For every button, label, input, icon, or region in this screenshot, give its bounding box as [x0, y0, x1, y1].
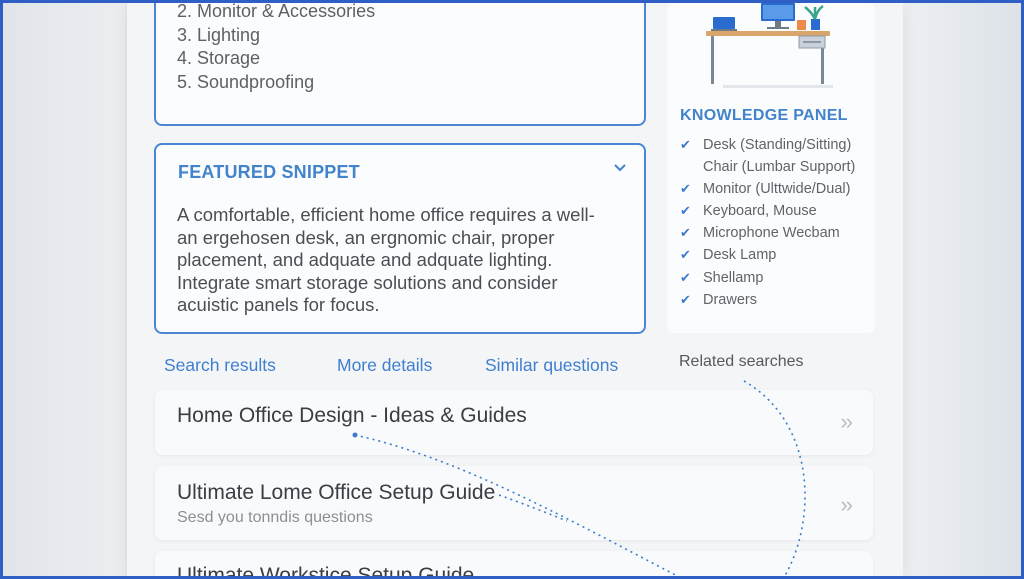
- knowledge-panel-title: KNOWLEDGE PANEL: [680, 107, 848, 124]
- result-card[interactable]: Ultimate Lome Office Setup Guide Sesd yo…: [155, 466, 873, 540]
- tab-search-results[interactable]: Search results: [164, 355, 276, 376]
- snippet-line: placement, and adquate and adquate light…: [177, 249, 553, 270]
- checklist-label: Monitor (Ulttwide/Dual): [703, 181, 851, 198]
- check-icon: ✔: [680, 291, 691, 307]
- tab-similar-questions[interactable]: Similar questions: [485, 355, 618, 376]
- result-subtitle: Sesd you tonndis questions: [177, 509, 373, 526]
- checklist-label: Keyboard, Mouse: [703, 203, 817, 220]
- check-icon: ✔: [680, 225, 691, 241]
- checklist-item: ✔ Microphone Wecbam: [680, 222, 855, 244]
- left-backdrop: [3, 3, 125, 576]
- result-card[interactable]: Ultimate Workstice Setup Guide: [155, 551, 873, 576]
- checklist-item: Chair (Lumbar Support): [680, 156, 855, 178]
- list-item: 4. Storage: [177, 48, 261, 68]
- check-icon: ✔: [680, 269, 691, 285]
- result-title[interactable]: Home Office Design - Ideas & Guides: [177, 404, 527, 428]
- checklist-label: Chair (Lumbar Support): [703, 159, 856, 176]
- check-icon: ✔: [680, 247, 691, 263]
- checklist-label: Desk Lamp: [703, 247, 777, 264]
- checklist-item: ✔ Drawers: [680, 289, 855, 311]
- checklist-label: Drawers: [703, 291, 757, 308]
- check-icon: ✔: [680, 137, 691, 152]
- snippet-title: FEATURED SNIPPET: [178, 162, 360, 182]
- window-frame: 2. Monitor & Accessories 3. Lighting 4. …: [0, 0, 1024, 579]
- result-card[interactable]: Home Office Design - Ideas & Guides ››: [155, 390, 873, 455]
- knowledge-panel: KNOWLEDGE PANEL ✔ Desk (Standing/Sitting)…: [667, 3, 875, 333]
- double-chevron-right-icon[interactable]: ››: [840, 409, 853, 435]
- checklist-label: Shellamp: [703, 269, 764, 286]
- knowledge-panel-list: ✔ Desk (Standing/Sitting) Chair (Lumbar S…: [680, 134, 855, 311]
- list-item: 2. Monitor & Accessories: [177, 1, 376, 21]
- double-chevron-right-icon[interactable]: ››: [840, 492, 853, 518]
- tab-more-details[interactable]: More details: [337, 355, 432, 376]
- checklist-item: ✔ Keyboard, Mouse: [680, 200, 855, 222]
- related-searches-label[interactable]: Related searches: [679, 353, 804, 371]
- checklist-label: Desk (Standing/Sitting): [703, 137, 852, 153]
- result-title[interactable]: Ultimate Workstice Setup Guide: [177, 564, 474, 576]
- snippet-line: acuistic panels for focus.: [177, 294, 380, 315]
- snippet-line: Integrate smart storage solutions and co…: [177, 271, 558, 293]
- check-icon: ✔: [680, 181, 691, 197]
- right-backdrop: [901, 3, 1021, 576]
- desk-illustration: [706, 3, 833, 88]
- snippet-line: A comfortable, efficient home office req…: [177, 204, 595, 225]
- checklist-item: ✔ Desk (Standing/Sitting): [680, 134, 855, 156]
- featured-snippet: FEATURED SNIPPET A comfortable, efficien…: [154, 143, 646, 334]
- checklist-item: ✔ Shellamp: [680, 267, 855, 289]
- checklist-label: Microphone Wecbam: [703, 225, 840, 242]
- result-title[interactable]: Ultimate Lome Office Setup Guide: [177, 481, 495, 505]
- chevron-down-icon[interactable]: [614, 159, 626, 175]
- list-box: 2. Monitor & Accessories 3. Lighting 4. …: [154, 1, 646, 126]
- checklist-item: ✔ Desk Lamp: [680, 244, 855, 266]
- list-item: 3. Lighting: [177, 24, 261, 45]
- list-item: 5. Soundproofing: [177, 71, 315, 92]
- outline-list: 2. Monitor & Accessories 3. Lighting 4. …: [177, 1, 376, 94]
- search-page: 2. Monitor & Accessories 3. Lighting 4. …: [127, 1, 903, 576]
- check-icon: ✔: [680, 203, 691, 219]
- snippet-line: an ergehosen desk, an ergnomic chair, pr…: [177, 226, 555, 248]
- snippet-text: A comfortable, efficient home office req…: [177, 204, 627, 317]
- checklist-item: ✔ Monitor (Ulttwide/Dual): [680, 178, 855, 200]
